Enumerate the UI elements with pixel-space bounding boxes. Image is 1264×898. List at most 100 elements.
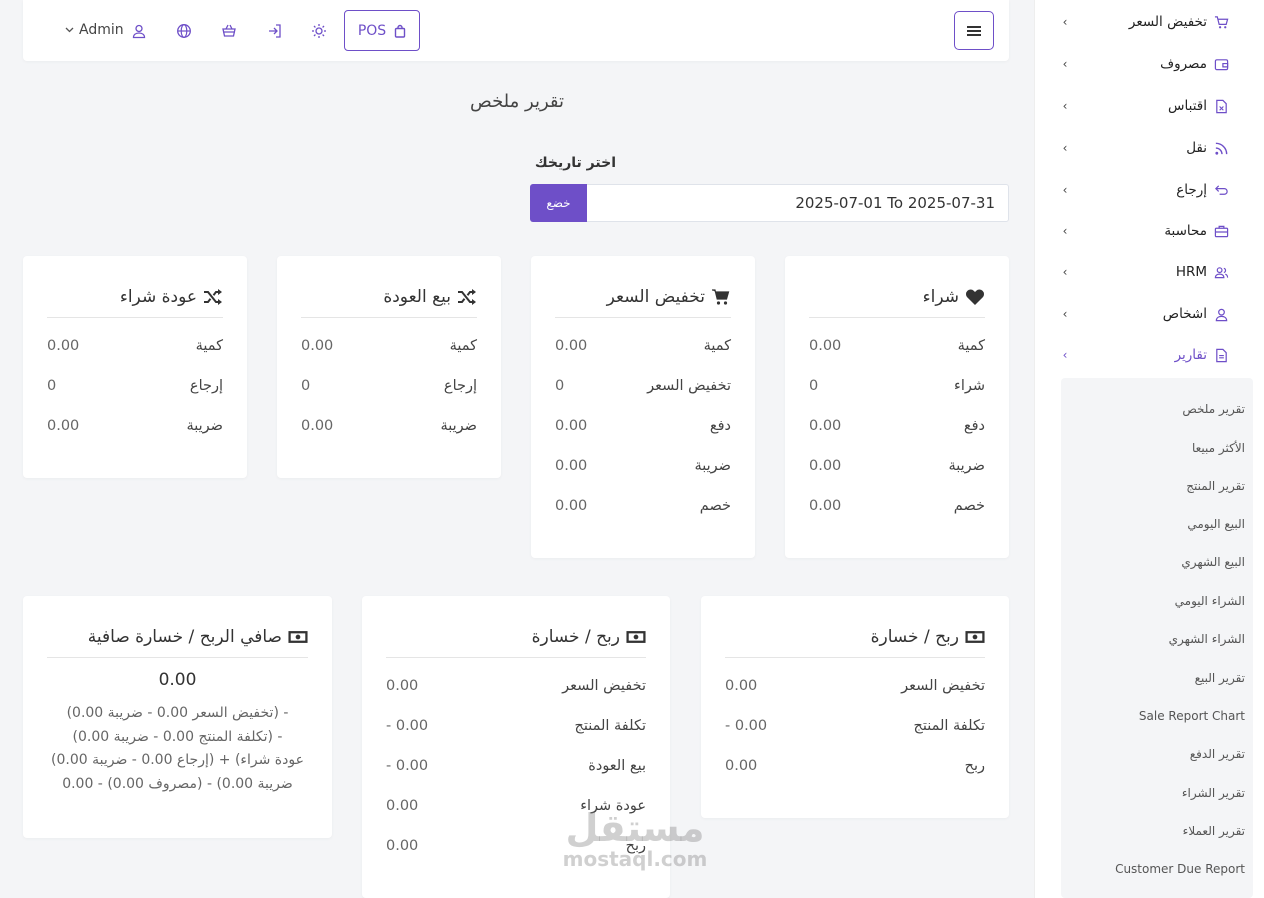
submenu-item[interactable]: الأكثر مبيعا bbox=[1192, 441, 1245, 455]
row-value: 0.00 bbox=[47, 418, 80, 434]
submenu-item[interactable]: البيع اليومي bbox=[1187, 517, 1245, 531]
card-header: تخفيض السعر bbox=[555, 276, 731, 318]
watermark-url: mostaql.com bbox=[562, 847, 708, 871]
row-label: كمية bbox=[449, 338, 477, 354]
card-header: صافي الربح / خسارة صافية bbox=[47, 616, 308, 658]
sidebar-item-quotation[interactable]: ‹ اقتباس bbox=[1035, 86, 1264, 126]
sidebar-item-sales[interactable]: ‹ تخفيض السعر bbox=[1035, 2, 1264, 42]
sidebar-item-label: نقل bbox=[1186, 140, 1207, 156]
row-label: تكلفة المنتج bbox=[574, 718, 646, 734]
row-label: تخفيض السعر bbox=[647, 378, 731, 394]
submenu-item[interactable]: تقرير البيع bbox=[1195, 671, 1245, 685]
shopping-bag-icon bbox=[394, 24, 406, 38]
card-row: 0 إرجاع bbox=[47, 376, 223, 396]
sidebar-item-label: مصروف bbox=[1160, 56, 1207, 72]
submenu-item[interactable]: تقرير الشراء bbox=[1182, 786, 1245, 800]
sidebar-item-label: تخفيض السعر bbox=[1128, 14, 1207, 30]
login-button[interactable] bbox=[266, 22, 284, 40]
row-value: 0.00 bbox=[386, 838, 419, 854]
submenu-item[interactable]: Sale Report Chart bbox=[1139, 709, 1245, 723]
submenu-item[interactable]: الشراء الشهري bbox=[1169, 632, 1245, 646]
date-range-input[interactable] bbox=[587, 185, 1007, 221]
card-row: 0.00 ضريبة bbox=[555, 456, 731, 476]
row-value: 0.00 bbox=[555, 418, 588, 434]
submit-button[interactable]: خضع bbox=[530, 184, 587, 222]
row-value: 0.00 bbox=[809, 458, 842, 474]
row-value: - 0.00 bbox=[386, 718, 429, 734]
card-title: صافي الربح / خسارة صافية bbox=[87, 626, 282, 647]
row-label: ضريبة bbox=[440, 418, 478, 434]
menu-toggle-button[interactable] bbox=[954, 11, 994, 50]
submenu-item[interactable]: تقرير العملاء bbox=[1183, 824, 1245, 838]
formula-line: (إرجاع 0.00 - ضريبة 0.00) + (عودة شراء bbox=[51, 752, 304, 768]
sidebar-item-label: اقتباس bbox=[1168, 98, 1207, 114]
sidebar-item-expense[interactable]: ‹ مصروف bbox=[1035, 44, 1264, 84]
row-label: إرجاع bbox=[189, 378, 223, 394]
card-row: 0.00 خصم bbox=[809, 496, 985, 516]
card-row: 0.00 تخفيض السعر bbox=[725, 676, 985, 696]
submenu-item[interactable]: تقرير المنتج bbox=[1186, 479, 1245, 493]
card-header: بيع العودة bbox=[301, 276, 477, 318]
chevron-left-icon: ‹ bbox=[1062, 265, 1068, 279]
row-value: 0.00 bbox=[555, 498, 588, 514]
row-value: 0.00 bbox=[555, 338, 588, 354]
chevron-left-icon: ‹ bbox=[1062, 57, 1068, 71]
formula-line: (تخفيض السعر 0.00 - ضريبة 0.00) - bbox=[66, 705, 289, 721]
row-label: ضريبة bbox=[694, 458, 732, 474]
sale-card: تخفيض السعر 0.00 كمية 0 تخفيض السعر 0.00 دف… bbox=[531, 256, 755, 558]
sun-icon bbox=[312, 24, 326, 38]
shuffle-icon bbox=[203, 287, 223, 307]
admin-dropdown[interactable]: Admin bbox=[65, 22, 124, 38]
net-profit-formula: (تخفيض السعر 0.00 - ضريبة 0.00) - (تكلفة… bbox=[45, 702, 310, 796]
reports-submenu: تقرير ملخص الأكثر مبيعا تقرير المنتج الب… bbox=[1061, 378, 1253, 898]
card-title: شراء bbox=[922, 286, 959, 307]
theme-toggle-button[interactable] bbox=[310, 22, 328, 40]
date-label: اختر تاريخك bbox=[534, 155, 616, 171]
sidebar-item-return[interactable]: ‹ إرجاع bbox=[1035, 170, 1264, 210]
sidebar-item-label: HRM bbox=[1175, 264, 1207, 280]
card-row: 0.00 ضريبة bbox=[809, 456, 985, 476]
row-label: تخفيض السعر bbox=[901, 678, 985, 694]
chevron-down-icon bbox=[65, 27, 74, 33]
sidebar-item-hrm[interactable]: ‹ HRM bbox=[1035, 252, 1264, 292]
globe-icon bbox=[177, 24, 191, 38]
row-value: 0.00 bbox=[47, 338, 80, 354]
user-profile-button[interactable] bbox=[130, 22, 148, 40]
row-value: - 0.00 bbox=[386, 758, 429, 774]
heart-icon bbox=[965, 287, 985, 307]
card-title: عودة شراء bbox=[119, 286, 197, 307]
sidebar-item-label: اشخاص bbox=[1162, 306, 1207, 322]
row-value: 0 bbox=[47, 378, 57, 394]
card-title: بيع العودة bbox=[383, 286, 451, 307]
card-row: - 0.00 بيع العودة bbox=[386, 756, 646, 776]
language-button[interactable] bbox=[175, 22, 193, 40]
sidebar-item-label: تقارير bbox=[1174, 347, 1207, 363]
row-label: ربح bbox=[964, 758, 985, 774]
sidebar-item-reports[interactable]: ‹ تقارير bbox=[1035, 335, 1264, 375]
row-label: تخفيض السعر bbox=[562, 678, 646, 694]
card-row: 0 شراء bbox=[809, 376, 985, 396]
report-icon bbox=[1213, 347, 1229, 363]
card-header: ربح / خسارة bbox=[725, 616, 985, 658]
sidebar-item-transfer[interactable]: ‹ نقل bbox=[1035, 128, 1264, 168]
submenu-item[interactable]: الشراء اليومي bbox=[1175, 594, 1245, 608]
card-row: 0.00 كمية bbox=[47, 336, 223, 356]
chevron-left-icon: ‹ bbox=[1062, 141, 1068, 155]
chevron-left-icon: ‹ bbox=[1062, 224, 1068, 238]
submenu-item[interactable]: تقرير الدفع bbox=[1190, 747, 1245, 761]
chevron-left-icon: ‹ bbox=[1062, 99, 1068, 113]
row-label: بيع العودة bbox=[588, 758, 646, 774]
purchase-card: شراء 0.00 كمية 0 شراء 0.00 دفع 0.00 ضريبة 0.… bbox=[785, 256, 1009, 558]
row-value: - 0.00 bbox=[725, 718, 768, 734]
submenu-item[interactable]: البيع الشهري bbox=[1181, 555, 1245, 569]
sidebar-item-people[interactable]: ‹ اشخاص bbox=[1035, 294, 1264, 334]
pos-button[interactable]: POS bbox=[344, 10, 420, 51]
card-row: 0.00 تخفيض السعر bbox=[386, 676, 646, 696]
file-icon bbox=[1213, 98, 1229, 114]
submenu-item[interactable]: Customer Due Report bbox=[1115, 862, 1245, 876]
submenu-item[interactable]: تقرير ملخص bbox=[1182, 402, 1245, 416]
net-profit-card: صافي الربح / خسارة صافية 0.00 (تخفيض الس… bbox=[23, 596, 332, 838]
user-icon bbox=[1213, 306, 1229, 322]
sidebar-item-accounting[interactable]: ‹ محاسبة bbox=[1035, 211, 1264, 251]
basket-button[interactable] bbox=[220, 22, 238, 40]
